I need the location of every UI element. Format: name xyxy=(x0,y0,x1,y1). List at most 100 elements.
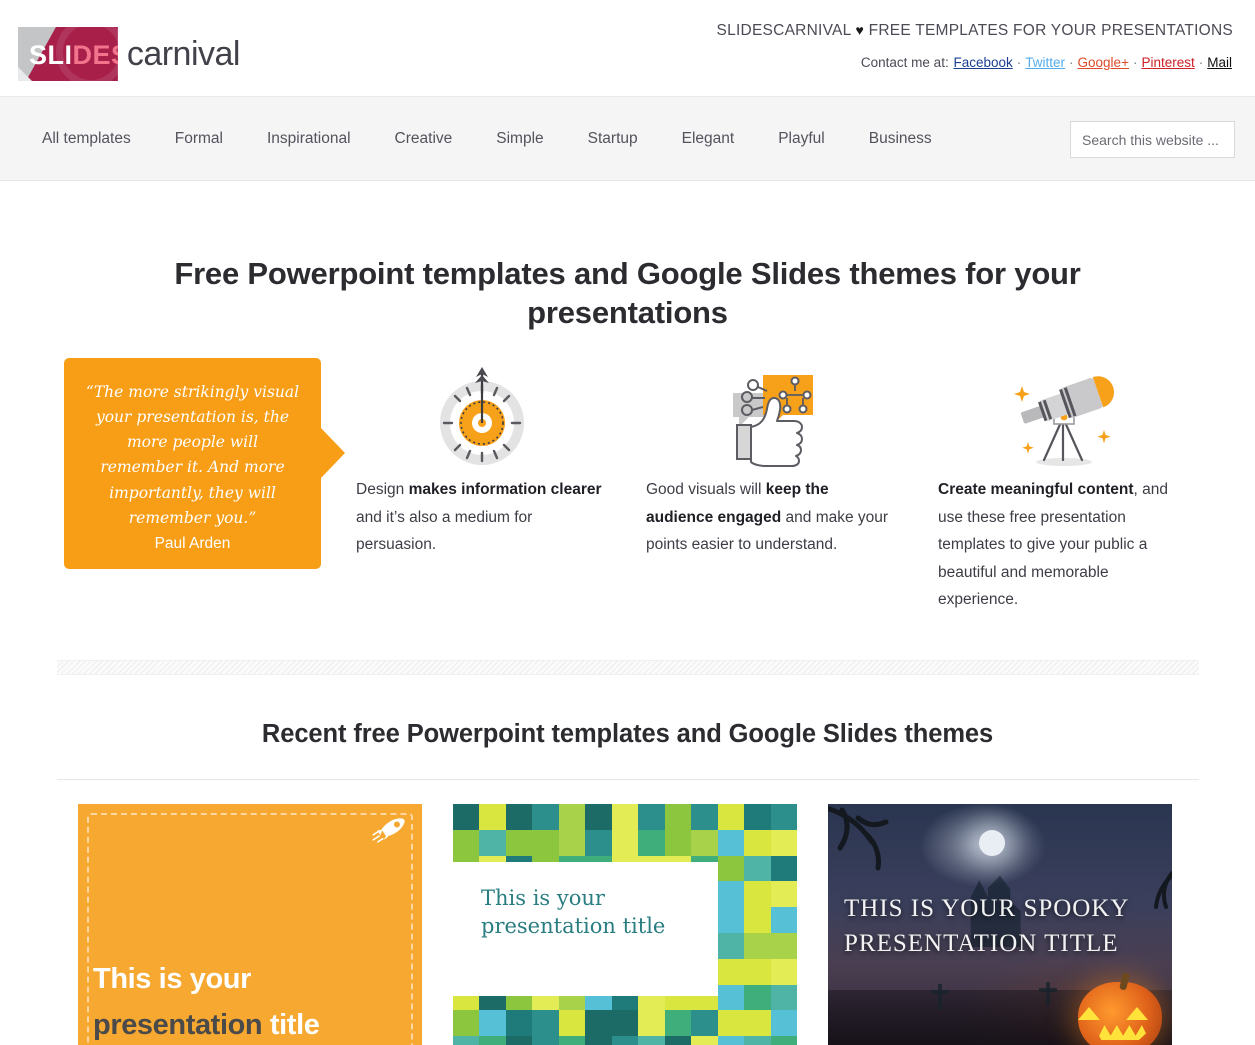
mosaic-tile xyxy=(505,804,533,830)
mosaic-tile xyxy=(611,804,639,830)
recent-section-title: Recent free Powerpoint templates and Goo… xyxy=(261,720,994,749)
contact-link-mail[interactable]: Mail xyxy=(1207,55,1232,70)
mosaic-tile xyxy=(717,881,745,908)
mosaic-tile xyxy=(611,1010,639,1037)
mosaic-tile xyxy=(611,829,639,856)
contact-link-pinterest[interactable]: Pinterest xyxy=(1141,55,1194,70)
mosaic-tile xyxy=(638,1010,665,1037)
mosaic-tile xyxy=(532,829,559,856)
mosaic-tile xyxy=(770,1010,797,1037)
pumpkin-eye-left xyxy=(1078,1007,1100,1021)
contact-links-bar: Contact me at: Facebook · Twitter · Google+ ·… xyxy=(861,55,1233,70)
orange-slide-title-line2: presentation title xyxy=(93,1009,320,1042)
mosaic-slide-thumbnail: This is your presentation title xyxy=(453,804,797,1045)
mosaic-slide-title: This is your presentation title xyxy=(481,886,666,939)
nav-item-all-templates[interactable]: All templates xyxy=(42,130,131,148)
contact-separator: · xyxy=(1132,55,1138,70)
mosaic-tile xyxy=(479,1010,506,1037)
horizontal-rule xyxy=(56,779,1199,781)
logo-mark-icon: SLIDES xyxy=(18,27,118,81)
mosaic-tile xyxy=(770,855,797,882)
nav-item-simple[interactable]: Simple xyxy=(496,130,543,148)
nav-item-formal[interactable]: Formal xyxy=(175,130,223,148)
search-container xyxy=(1070,121,1235,158)
mosaic-tile xyxy=(744,881,771,908)
logo-mark-primary: SLI xyxy=(29,40,73,70)
mosaic-tile xyxy=(479,1036,506,1045)
contact-link-facebook[interactable]: Facebook xyxy=(953,55,1012,70)
feature-bold: makes information clearer xyxy=(408,481,602,499)
nav-item-elegant[interactable]: Elegant xyxy=(682,130,735,148)
mosaic-tile xyxy=(638,829,665,856)
section-divider xyxy=(56,660,1199,676)
mosaic-tile xyxy=(744,984,771,1011)
heart-icon: ♥ xyxy=(855,22,865,38)
contact-separator: · xyxy=(1198,55,1204,70)
mosaic-tile xyxy=(744,933,771,959)
halloween-slide-thumbnail: This is your spooky presentation title xyxy=(828,804,1172,1045)
mosaic-tile xyxy=(664,829,692,856)
page-title: Free Powerpoint templates and Google Sli… xyxy=(174,256,1081,331)
site-logo[interactable]: SLIDES carnival xyxy=(18,25,241,83)
mosaic-tile xyxy=(664,804,692,830)
mosaic-tile xyxy=(717,855,745,882)
orange-slide-thumbnail: This is your presentation title xyxy=(78,804,422,1045)
mosaic-tile xyxy=(638,804,665,830)
template-card-orange-rocket[interactable]: This is your presentation title xyxy=(78,804,422,1045)
tagline-prefix: SLIDESCARNIVAL xyxy=(716,22,851,39)
mosaic-tile xyxy=(585,829,612,856)
pumpkin-eye-right xyxy=(1126,1007,1148,1021)
mosaic-tile xyxy=(453,1010,480,1037)
target-arrow-icon xyxy=(356,358,608,476)
features-section: “The more strikingly visual your present… xyxy=(0,358,1255,638)
mosaic-tile xyxy=(558,1036,586,1045)
contact-link-twitter[interactable]: Twitter xyxy=(1025,55,1065,70)
mosaic-tile xyxy=(453,1036,480,1045)
nav-items-list: All templates Formal Inspirational Creat… xyxy=(42,97,976,181)
nav-item-inspirational[interactable]: Inspirational xyxy=(267,130,351,148)
nav-item-business[interactable]: Business xyxy=(869,130,932,148)
template-card-green-mosaic[interactable]: This is your presentation title xyxy=(453,804,797,1045)
mosaic-tile xyxy=(770,881,797,908)
thumbs-up-icon xyxy=(646,358,898,476)
mosaic-tile xyxy=(744,829,771,856)
moon-icon xyxy=(979,829,1006,856)
grave-cross-2-bar xyxy=(1039,988,1057,993)
mosaic-tile xyxy=(664,1036,692,1045)
contact-link-googleplus[interactable]: Google+ xyxy=(1078,55,1129,70)
halloween-slide-title: This is your spooky presentation title xyxy=(844,895,1129,957)
nav-item-creative[interactable]: Creative xyxy=(395,130,453,148)
mosaic-tile xyxy=(611,1036,639,1045)
orange-slide-title-dark: presentation xyxy=(93,1009,263,1042)
mosaic-tile xyxy=(770,804,797,830)
mosaic-tile xyxy=(479,829,506,856)
orange-slide-title-line1: This is your xyxy=(93,963,251,996)
mosaic-tile xyxy=(744,1010,771,1037)
quote-text: “The more strikingly visual your present… xyxy=(85,383,300,527)
mosaic-tile xyxy=(532,1010,559,1037)
mosaic-tile xyxy=(744,855,771,882)
mosaic-tile xyxy=(558,829,586,856)
template-card-halloween[interactable]: This is your spooky presentation title xyxy=(828,804,1172,1045)
nav-item-startup[interactable]: Startup xyxy=(588,130,638,148)
mosaic-tile xyxy=(691,1010,718,1037)
nav-item-playful[interactable]: Playful xyxy=(778,130,825,148)
mosaic-tile xyxy=(479,804,506,830)
feature-lead: Good visuals will xyxy=(646,481,766,499)
site-header: SLIDES carnival SLIDESCARNIVAL ♥ FREE TE… xyxy=(0,0,1255,97)
mosaic-tile xyxy=(744,958,771,985)
mosaic-tile xyxy=(770,1036,797,1045)
mosaic-tile xyxy=(585,804,612,830)
mosaic-tile xyxy=(585,1010,612,1037)
search-input[interactable] xyxy=(1070,121,1235,158)
mosaic-tile xyxy=(532,804,559,830)
mosaic-tile xyxy=(585,1036,612,1045)
mosaic-tile xyxy=(770,958,797,985)
mosaic-tile xyxy=(717,907,745,934)
mosaic-tile xyxy=(770,907,797,934)
mosaic-tile xyxy=(717,958,745,985)
mosaic-tile xyxy=(744,804,771,830)
mosaic-tile xyxy=(744,907,771,934)
telescope-icon xyxy=(938,358,1190,476)
feature-bold: Create meaningful content xyxy=(938,481,1134,499)
